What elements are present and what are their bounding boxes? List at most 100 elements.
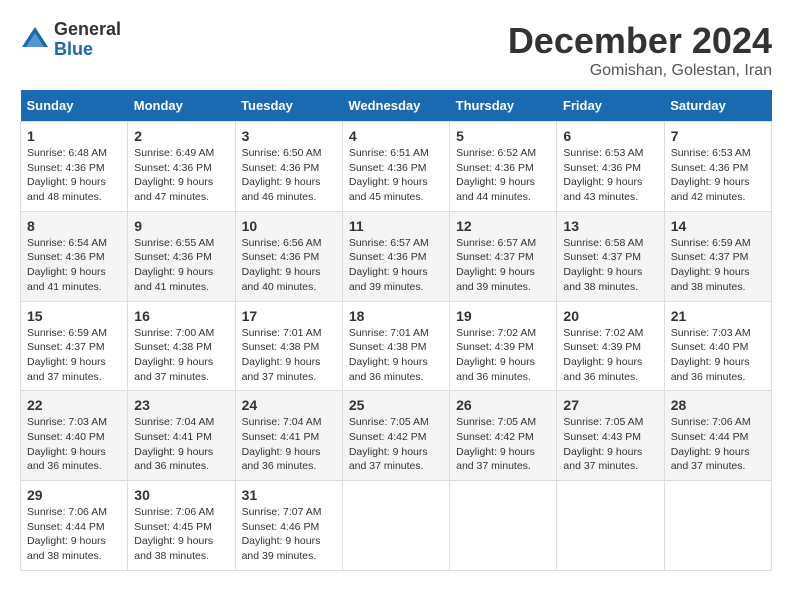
title-area: December 2024 Gomishan, Golestan, Iran — [508, 20, 772, 80]
day-sun-info: Sunrise: 7:05 AMSunset: 4:42 PMDaylight:… — [456, 415, 550, 474]
day-number: 15 — [27, 308, 121, 324]
weekday-header: Thursday — [450, 90, 557, 122]
day-sun-info: Sunrise: 7:05 AMSunset: 4:42 PMDaylight:… — [349, 415, 443, 474]
calendar-cell: 4 Sunrise: 6:51 AMSunset: 4:36 PMDaylight… — [342, 122, 449, 212]
day-number: 28 — [671, 397, 765, 413]
day-number: 25 — [349, 397, 443, 413]
day-number: 27 — [563, 397, 657, 413]
calendar-cell — [342, 481, 449, 571]
month-title: December 2024 — [508, 20, 772, 62]
calendar-cell: 2 Sunrise: 6:49 AMSunset: 4:36 PMDaylight… — [128, 122, 235, 212]
day-number: 21 — [671, 308, 765, 324]
calendar-cell: 7Sunrise: 6:53 AMSunset: 4:36 PMDaylight… — [664, 122, 771, 212]
calendar-cell: 29 Sunrise: 7:06 AMSunset: 4:44 PMDayligh… — [21, 481, 128, 571]
day-number: 14 — [671, 218, 765, 234]
calendar-cell: 3Sunrise: 6:50 AMSunset: 4:36 PMDaylight… — [235, 122, 342, 212]
calendar-cell: 1 Sunrise: 6:48 AMSunset: 4:36 PMDaylight… — [21, 122, 128, 212]
day-sun-info: Sunrise: 6:59 AMSunset: 4:37 PMDaylight:… — [27, 326, 121, 385]
day-number: 1 — [27, 128, 121, 144]
day-sun-info: Sunrise: 6:52 AMSunset: 4:36 PMDaylight:… — [456, 146, 550, 205]
weekday-header: Friday — [557, 90, 664, 122]
calendar-cell — [450, 481, 557, 571]
day-number: 29 — [27, 487, 121, 503]
day-sun-info: Sunrise: 6:57 AMSunset: 4:36 PMDaylight:… — [349, 236, 443, 295]
calendar-cell: 16Sunrise: 7:00 AMSunset: 4:38 PMDayligh… — [128, 301, 235, 391]
day-number: 24 — [242, 397, 336, 413]
weekday-header-row: SundayMondayTuesdayWednesdayThursdayFrid… — [21, 90, 772, 122]
day-sun-info: Sunrise: 7:05 AMSunset: 4:43 PMDaylight:… — [563, 415, 657, 474]
weekday-header: Wednesday — [342, 90, 449, 122]
calendar-cell: 9Sunrise: 6:55 AMSunset: 4:36 PMDaylight… — [128, 211, 235, 301]
calendar-week-row: 29 Sunrise: 7:06 AMSunset: 4:44 PMDayligh… — [21, 481, 772, 571]
calendar-cell: 8Sunrise: 6:54 AMSunset: 4:36 PMDaylight… — [21, 211, 128, 301]
calendar-cell: 19Sunrise: 7:02 AMSunset: 4:39 PMDayligh… — [450, 301, 557, 391]
calendar-cell: 26 Sunrise: 7:05 AMSunset: 4:42 PMDayligh… — [450, 391, 557, 481]
day-sun-info: Sunrise: 7:04 AMSunset: 4:41 PMDaylight:… — [242, 415, 336, 474]
calendar-cell: 15 Sunrise: 6:59 AMSunset: 4:37 PMDayligh… — [21, 301, 128, 391]
day-sun-info: Sunrise: 6:58 AMSunset: 4:37 PMDaylight:… — [563, 236, 657, 295]
day-sun-info: Sunrise: 7:04 AMSunset: 4:41 PMDaylight:… — [134, 415, 228, 474]
day-number: 13 — [563, 218, 657, 234]
day-number: 4 — [349, 128, 443, 144]
day-number: 18 — [349, 308, 443, 324]
logo-blue: Blue — [54, 40, 121, 60]
calendar-table: SundayMondayTuesdayWednesdayThursdayFrid… — [20, 90, 772, 571]
day-sun-info: Sunrise: 7:00 AMSunset: 4:38 PMDaylight:… — [134, 326, 228, 385]
day-number: 5 — [456, 128, 550, 144]
calendar-cell: 22Sunrise: 7:03 AMSunset: 4:40 PMDayligh… — [21, 391, 128, 481]
weekday-header: Saturday — [664, 90, 771, 122]
day-sun-info: Sunrise: 6:57 AMSunset: 4:37 PMDaylight:… — [456, 236, 550, 295]
calendar-week-row: 1 Sunrise: 6:48 AMSunset: 4:36 PMDaylight… — [21, 122, 772, 212]
calendar-cell: 18 Sunrise: 7:01 AMSunset: 4:38 PMDayligh… — [342, 301, 449, 391]
logo-icon — [20, 25, 50, 55]
day-sun-info: Sunrise: 7:03 AMSunset: 4:40 PMDaylight:… — [671, 326, 765, 385]
calendar-cell: 11 Sunrise: 6:57 AMSunset: 4:36 PMDayligh… — [342, 211, 449, 301]
day-number: 26 — [456, 397, 550, 413]
calendar-cell: 31Sunrise: 7:07 AMSunset: 4:46 PMDayligh… — [235, 481, 342, 571]
calendar-cell: 28 Sunrise: 7:06 AMSunset: 4:44 PMDayligh… — [664, 391, 771, 481]
day-number: 20 — [563, 308, 657, 324]
day-sun-info: Sunrise: 7:02 AMSunset: 4:39 PMDaylight:… — [456, 326, 550, 385]
calendar-cell: 25 Sunrise: 7:05 AMSunset: 4:42 PMDayligh… — [342, 391, 449, 481]
calendar-cell: 20Sunrise: 7:02 AMSunset: 4:39 PMDayligh… — [557, 301, 664, 391]
day-number: 23 — [134, 397, 228, 413]
day-sun-info: Sunrise: 6:49 AMSunset: 4:36 PMDaylight:… — [134, 146, 228, 205]
day-number: 10 — [242, 218, 336, 234]
location-title: Gomishan, Golestan, Iran — [508, 62, 772, 80]
day-number: 30 — [134, 487, 228, 503]
logo-text: General Blue — [54, 20, 121, 60]
weekday-header: Tuesday — [235, 90, 342, 122]
calendar-cell: 14 Sunrise: 6:59 AMSunset: 4:37 PMDayligh… — [664, 211, 771, 301]
day-sun-info: Sunrise: 7:03 AMSunset: 4:40 PMDaylight:… — [27, 415, 121, 474]
day-sun-info: Sunrise: 6:53 AMSunset: 4:36 PMDaylight:… — [563, 146, 657, 205]
day-sun-info: Sunrise: 7:06 AMSunset: 4:44 PMDaylight:… — [27, 505, 121, 564]
logo-general: General — [54, 20, 121, 40]
calendar-cell: 10 Sunrise: 6:56 AMSunset: 4:36 PMDayligh… — [235, 211, 342, 301]
calendar-cell: 5 Sunrise: 6:52 AMSunset: 4:36 PMDaylight… — [450, 122, 557, 212]
calendar-cell: 30Sunrise: 7:06 AMSunset: 4:45 PMDayligh… — [128, 481, 235, 571]
day-sun-info: Sunrise: 6:56 AMSunset: 4:36 PMDaylight:… — [242, 236, 336, 295]
day-number: 6 — [563, 128, 657, 144]
calendar-cell: 21 Sunrise: 7:03 AMSunset: 4:40 PMDayligh… — [664, 301, 771, 391]
calendar-cell: 27 Sunrise: 7:05 AMSunset: 4:43 PMDayligh… — [557, 391, 664, 481]
day-number: 11 — [349, 218, 443, 234]
day-number: 12 — [456, 218, 550, 234]
day-number: 31 — [242, 487, 336, 503]
day-sun-info: Sunrise: 7:06 AMSunset: 4:44 PMDaylight:… — [671, 415, 765, 474]
day-sun-info: Sunrise: 6:51 AMSunset: 4:36 PMDaylight:… — [349, 146, 443, 205]
day-number: 9 — [134, 218, 228, 234]
weekday-header: Sunday — [21, 90, 128, 122]
day-number: 2 — [134, 128, 228, 144]
day-sun-info: Sunrise: 6:54 AMSunset: 4:36 PMDaylight:… — [27, 236, 121, 295]
day-sun-info: Sunrise: 6:48 AMSunset: 4:36 PMDaylight:… — [27, 146, 121, 205]
calendar-cell: 24 Sunrise: 7:04 AMSunset: 4:41 PMDayligh… — [235, 391, 342, 481]
day-sun-info: Sunrise: 7:01 AMSunset: 4:38 PMDaylight:… — [242, 326, 336, 385]
calendar-week-row: 15 Sunrise: 6:59 AMSunset: 4:37 PMDayligh… — [21, 301, 772, 391]
calendar-week-row: 22Sunrise: 7:03 AMSunset: 4:40 PMDayligh… — [21, 391, 772, 481]
day-sun-info: Sunrise: 7:01 AMSunset: 4:38 PMDaylight:… — [349, 326, 443, 385]
day-number: 17 — [242, 308, 336, 324]
day-sun-info: Sunrise: 6:59 AMSunset: 4:37 PMDaylight:… — [671, 236, 765, 295]
day-sun-info: Sunrise: 6:50 AMSunset: 4:36 PMDaylight:… — [242, 146, 336, 205]
header: General Blue December 2024 Gomishan, Gol… — [20, 20, 772, 80]
calendar-cell: 17 Sunrise: 7:01 AMSunset: 4:38 PMDayligh… — [235, 301, 342, 391]
